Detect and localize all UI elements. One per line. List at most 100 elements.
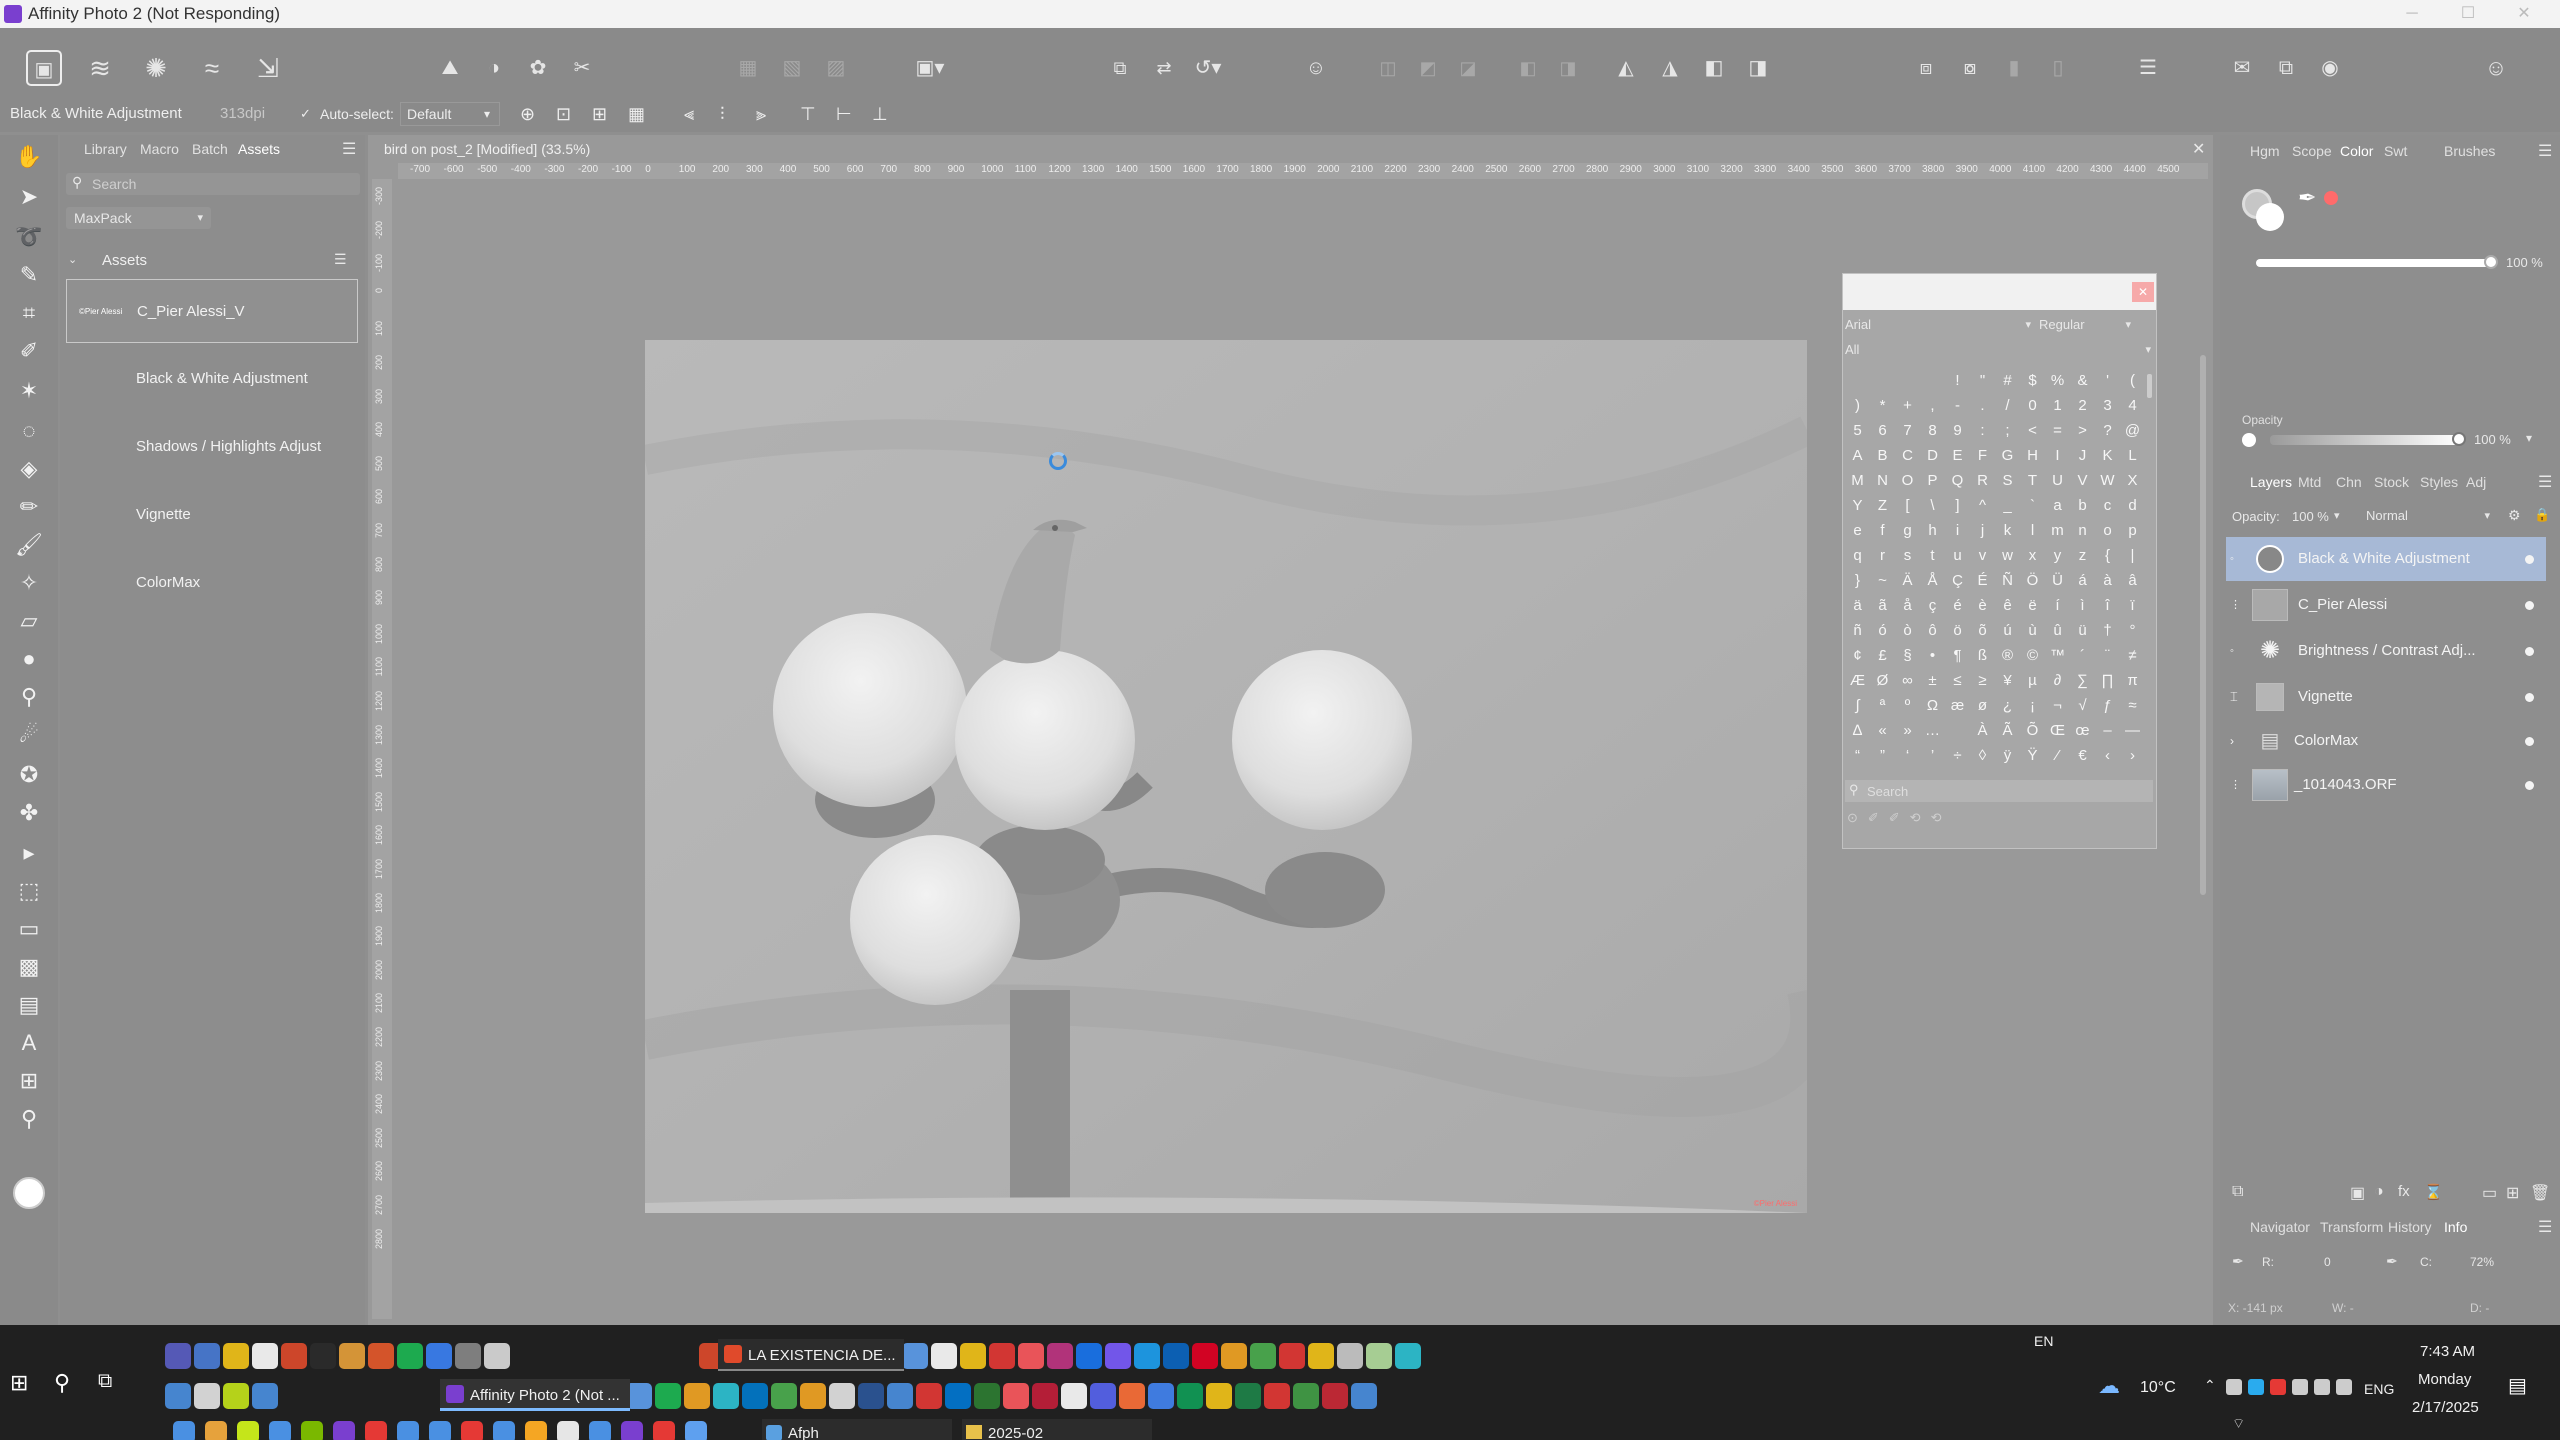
assets-search-input[interactable]: ⚲ Search — [66, 173, 360, 195]
inpainting-brush-tool-icon[interactable]: ✪ — [13, 759, 45, 791]
taskbar-app-icon[interactable] — [1018, 1343, 1044, 1369]
glyph-cell[interactable]: e — [1845, 518, 1870, 543]
glyph-cell[interactable]: A — [1845, 443, 1870, 468]
glyph-cell[interactable]: 0 — [2020, 393, 2045, 418]
selection-brush-tool-icon[interactable]: ✐ — [13, 335, 45, 367]
glyph-cell[interactable]: ( — [2120, 368, 2145, 393]
taskbar-app-icon[interactable] — [301, 1421, 323, 1440]
taskbar-app-icon[interactable] — [194, 1343, 220, 1369]
clock-day[interactable]: Monday — [2418, 1371, 2471, 1388]
glyph-cell[interactable]: ; — [1995, 418, 2020, 443]
panel-menu-icon[interactable]: ☰ — [2538, 472, 2552, 492]
taskbar-app-icon[interactable] — [887, 1383, 913, 1409]
glyph-cell[interactable]: À — [1970, 718, 1995, 743]
glyph-cell[interactable]: | — [2120, 543, 2145, 568]
add-mask-icon[interactable]: ▣ — [2350, 1183, 2365, 1203]
glyph-cell[interactable]: ç — [1920, 593, 1945, 618]
taskbar-app-icon[interactable] — [368, 1343, 394, 1369]
order-icon[interactable]: ⧉ — [1102, 50, 1138, 86]
glyph-cell[interactable]: ∫ — [1845, 693, 1870, 718]
flip-horizontal-icon[interactable]: ◭ — [1608, 50, 1644, 86]
glyph-cell[interactable]: ø — [1970, 693, 1995, 718]
language-indicator-top[interactable]: EN — [2034, 1333, 2053, 1349]
add-layer-icon[interactable]: ⊞ — [2506, 1183, 2519, 1203]
glyph-cell[interactable]: j — [1970, 518, 1995, 543]
close-icon[interactable]: ✕ — [2496, 0, 2552, 28]
taskbar-app-icon[interactable] — [493, 1421, 515, 1440]
glyph-cell[interactable]: ° — [2120, 618, 2145, 643]
boolean-divide-icon[interactable]: ◨ — [1550, 50, 1586, 86]
glyph-cell[interactable]: i — [1945, 518, 1970, 543]
boolean-subtract-icon[interactable]: ◩ — [1410, 50, 1446, 86]
glyph-cell[interactable]: ® — [1995, 643, 2020, 668]
glyph-cell[interactable]: á — [2070, 568, 2095, 593]
glyph-cell[interactable]: Å — [1920, 568, 1945, 593]
color-picker-tool-icon[interactable]: ✎ — [13, 259, 45, 291]
glyph-cell[interactable]: ¡ — [2020, 693, 2045, 718]
align-bottom-icon[interactable]: ⊥ — [872, 98, 888, 130]
glyph-cell[interactable]: l — [2020, 518, 2045, 543]
opacity-slider[interactable] — [2270, 435, 2460, 445]
glyph-cell[interactable]: ö — [1945, 618, 1970, 643]
taskbar-app-icon[interactable] — [1308, 1343, 1334, 1369]
glyph-cell[interactable]: & — [2070, 368, 2095, 393]
clock-date[interactable]: 2/17/2025 — [2412, 1399, 2479, 1416]
refine-selection-icon[interactable]: ▧ — [774, 50, 810, 86]
glyph-cell[interactable]: é — [1945, 593, 1970, 618]
asset-item[interactable]: Vignette — [66, 483, 358, 547]
auto-white-balance-icon[interactable]: ✂ — [564, 50, 600, 86]
glyph-cell[interactable]: \ — [1920, 493, 1945, 518]
layer-visible-dot[interactable] — [2525, 781, 2534, 790]
taskbar-app-icon[interactable] — [742, 1383, 768, 1409]
glyph-cell[interactable]: ∂ — [2045, 668, 2070, 693]
auto-select-checkbox[interactable]: ✓ — [300, 98, 311, 130]
color-slider[interactable] — [2256, 259, 2492, 267]
glyph-cell[interactable]: ∏ — [2095, 668, 2120, 693]
glyph-cell[interactable]: 1 — [2045, 393, 2070, 418]
glyph-cell[interactable]: — — [2120, 718, 2145, 743]
taskbar-app-icon[interactable] — [397, 1421, 419, 1440]
glyph-cell[interactable]: N — [1870, 468, 1895, 493]
arrange-back-icon[interactable]: ⧇ — [1952, 50, 1988, 86]
glyph-cell[interactable]: T — [2020, 468, 2045, 493]
glyph-cell[interactable]: ‘ — [1895, 743, 1920, 768]
glyph-cell[interactable]: Ü — [2045, 568, 2070, 593]
glyph-cell[interactable]: Ø — [1870, 668, 1895, 693]
glyph-scrollbar[interactable] — [2147, 374, 2152, 398]
glyph-cell[interactable]: » — [1895, 718, 1920, 743]
glyph-cell[interactable]: h — [1920, 518, 1945, 543]
chevron-up-icon[interactable]: ⌃ — [2204, 1377, 2216, 1394]
glyph-cell[interactable]: O — [1895, 468, 1920, 493]
glyph-cell[interactable]: ï — [2120, 593, 2145, 618]
glyph-cell[interactable]: ¬ — [2045, 693, 2070, 718]
taskbar-app-icon[interactable] — [1047, 1343, 1073, 1369]
glyph-cell[interactable]: † — [2095, 618, 2120, 643]
taskbar-app-icon[interactable] — [1206, 1383, 1232, 1409]
asset-item[interactable]: ColorMax — [66, 551, 358, 615]
glyph-cell[interactable]: 3 — [2095, 393, 2120, 418]
layer-row[interactable]: ⌶ Vignette — [2226, 675, 2546, 719]
search-icon[interactable]: ⚲ — [54, 1370, 70, 1396]
glyph-cell[interactable]: x — [2020, 543, 2045, 568]
glyph-cell[interactable]: R — [1970, 468, 1995, 493]
gradient-tool-icon[interactable]: ✏ — [13, 491, 45, 523]
language-indicator[interactable]: ENG — [2364, 1381, 2394, 1397]
glyph-cell[interactable]: è — [1970, 593, 1995, 618]
glyph-cell[interactable]: S — [1995, 468, 2020, 493]
glyph-cell[interactable]: % — [2045, 368, 2070, 393]
glyph-cell[interactable]: u — [1945, 543, 1970, 568]
taskbar-app-icon[interactable] — [1119, 1383, 1145, 1409]
glyph-cell[interactable]: 9 — [1945, 418, 1970, 443]
tab-stock[interactable]: Stock — [2374, 474, 2409, 490]
tab-metadata[interactable]: Mtd — [2298, 474, 2321, 490]
glyph-cell[interactable]: ì — [2070, 593, 2095, 618]
glyph-cell[interactable]: ≤ — [1945, 668, 1970, 693]
selection-icon[interactable]: ▨ — [818, 50, 854, 86]
taskbar-app-icon[interactable] — [1134, 1343, 1160, 1369]
glyph-cell[interactable]: ) — [1845, 393, 1870, 418]
taskbar-app-icon[interactable] — [1032, 1383, 1058, 1409]
glyph-options-icons[interactable]: ⊙✐✐⟲⟲ — [1847, 810, 1951, 826]
taskbar-app-icon[interactable] — [397, 1343, 423, 1369]
glyph-cell[interactable]: µ — [2020, 668, 2045, 693]
glyph-cell[interactable]: « — [1870, 718, 1895, 743]
